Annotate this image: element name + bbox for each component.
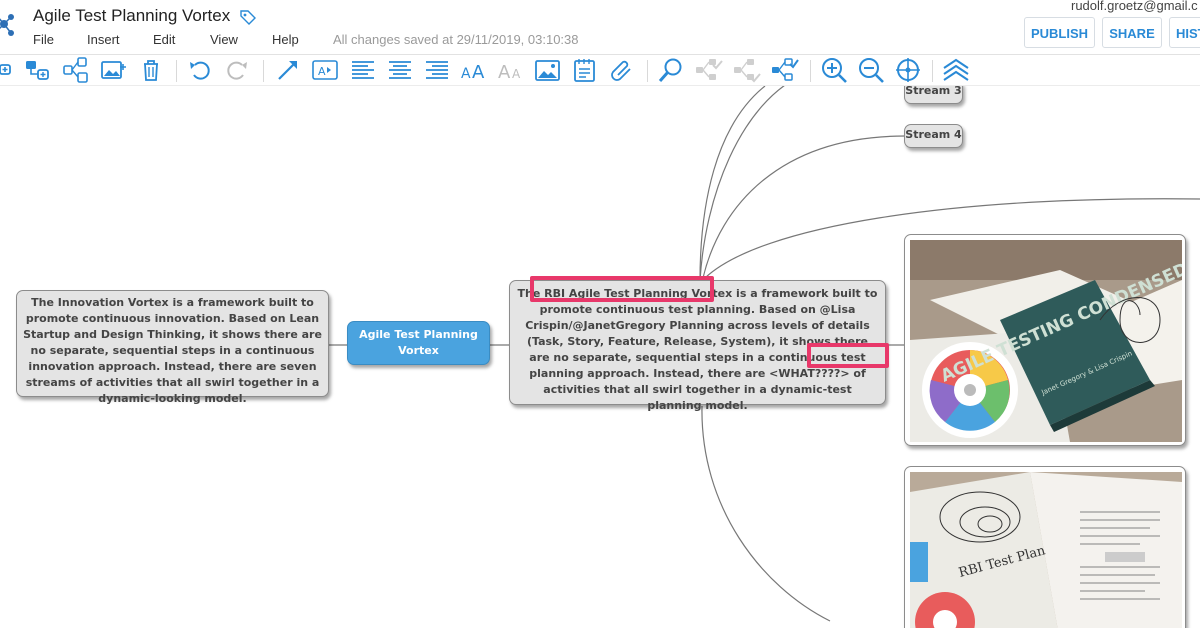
document-title[interactable]: Agile Test Planning Vortex bbox=[33, 6, 230, 26]
toolbar: A AA AA bbox=[0, 55, 1200, 86]
redo-icon[interactable] bbox=[223, 56, 251, 84]
svg-text:A: A bbox=[461, 66, 471, 82]
menu-edit[interactable]: Edit bbox=[153, 32, 175, 47]
align-left-icon[interactable] bbox=[349, 56, 377, 84]
add-image-icon[interactable] bbox=[100, 56, 128, 84]
add-child-topic-icon[interactable] bbox=[0, 56, 14, 84]
mindmap-canvas[interactable]: The Innovation Vortex is a framework bui… bbox=[0, 86, 1200, 628]
add-relationship-icon[interactable] bbox=[274, 56, 302, 84]
search-icon[interactable] bbox=[657, 56, 685, 84]
svg-text:A: A bbox=[512, 67, 521, 81]
align-right-icon[interactable] bbox=[423, 56, 451, 84]
add-sibling-topic-icon[interactable] bbox=[24, 56, 52, 84]
photo-node-book[interactable]: AGILE TESTING CONDENSED Janet Gregory & … bbox=[904, 234, 1186, 446]
connect-check-icon[interactable] bbox=[771, 56, 799, 84]
zoom-in-icon[interactable] bbox=[820, 56, 848, 84]
stream-3-label: Stream 3 bbox=[905, 86, 962, 97]
zoom-out-icon[interactable] bbox=[857, 56, 885, 84]
share-button[interactable]: SHARE bbox=[1102, 17, 1162, 48]
stream-3-node[interactable]: Stream 3 bbox=[904, 86, 963, 104]
svg-text:A: A bbox=[472, 62, 485, 83]
layers-icon[interactable] bbox=[942, 56, 970, 84]
central-topic-label: Agile Test Planning Vortex bbox=[359, 328, 478, 357]
stream-4-node[interactable]: Stream 4 bbox=[904, 124, 963, 148]
highlight-box bbox=[807, 343, 889, 368]
save-status: All changes saved at 29/11/2019, 03:10:3… bbox=[333, 32, 579, 47]
link-icon[interactable] bbox=[608, 56, 636, 84]
deselect-check-icon[interactable] bbox=[733, 56, 761, 84]
tag-icon[interactable] bbox=[239, 9, 257, 25]
svg-text:A: A bbox=[498, 62, 511, 83]
image-icon[interactable] bbox=[534, 56, 562, 84]
publish-button[interactable]: PUBLISH bbox=[1024, 17, 1095, 48]
zoom-fit-icon[interactable] bbox=[894, 56, 922, 84]
menu-help[interactable]: Help bbox=[272, 32, 299, 47]
user-email[interactable]: rudolf.groetz@gmail.c bbox=[1071, 0, 1198, 13]
select-check-icon[interactable] bbox=[695, 56, 723, 84]
align-center-icon[interactable] bbox=[386, 56, 414, 84]
central-topic-node[interactable]: Agile Test Planning Vortex bbox=[347, 321, 490, 365]
left-note-text: The Innovation Vortex is a framework bui… bbox=[23, 296, 322, 405]
increase-font-icon[interactable]: AA bbox=[460, 56, 488, 84]
note-icon[interactable] bbox=[571, 56, 599, 84]
app-logo-icon[interactable] bbox=[0, 8, 16, 40]
photo-node-notes[interactable]: RBI Test Plan bbox=[904, 466, 1186, 628]
menu-view[interactable]: View bbox=[210, 32, 238, 47]
undo-icon[interactable] bbox=[186, 56, 214, 84]
add-related-topic-icon[interactable] bbox=[62, 56, 90, 84]
stream-4-label: Stream 4 bbox=[905, 128, 962, 141]
highlight-box bbox=[530, 276, 714, 302]
history-button[interactable]: HIST bbox=[1169, 17, 1200, 48]
notes-photo: RBI Test Plan bbox=[910, 472, 1182, 628]
menu-insert[interactable]: Insert bbox=[87, 32, 120, 47]
decrease-font-icon[interactable]: AA bbox=[497, 56, 525, 84]
innovation-vortex-note[interactable]: The Innovation Vortex is a framework bui… bbox=[16, 290, 329, 405]
book-photo: AGILE TESTING CONDENSED Janet Gregory & … bbox=[910, 240, 1182, 442]
svg-text:A: A bbox=[318, 65, 326, 78]
app-header: Agile Test Planning Vortex File Insert E… bbox=[0, 0, 1200, 55]
menu-file[interactable]: File bbox=[33, 32, 54, 47]
topic-style-icon[interactable]: A bbox=[311, 56, 339, 84]
delete-icon[interactable] bbox=[137, 56, 165, 84]
